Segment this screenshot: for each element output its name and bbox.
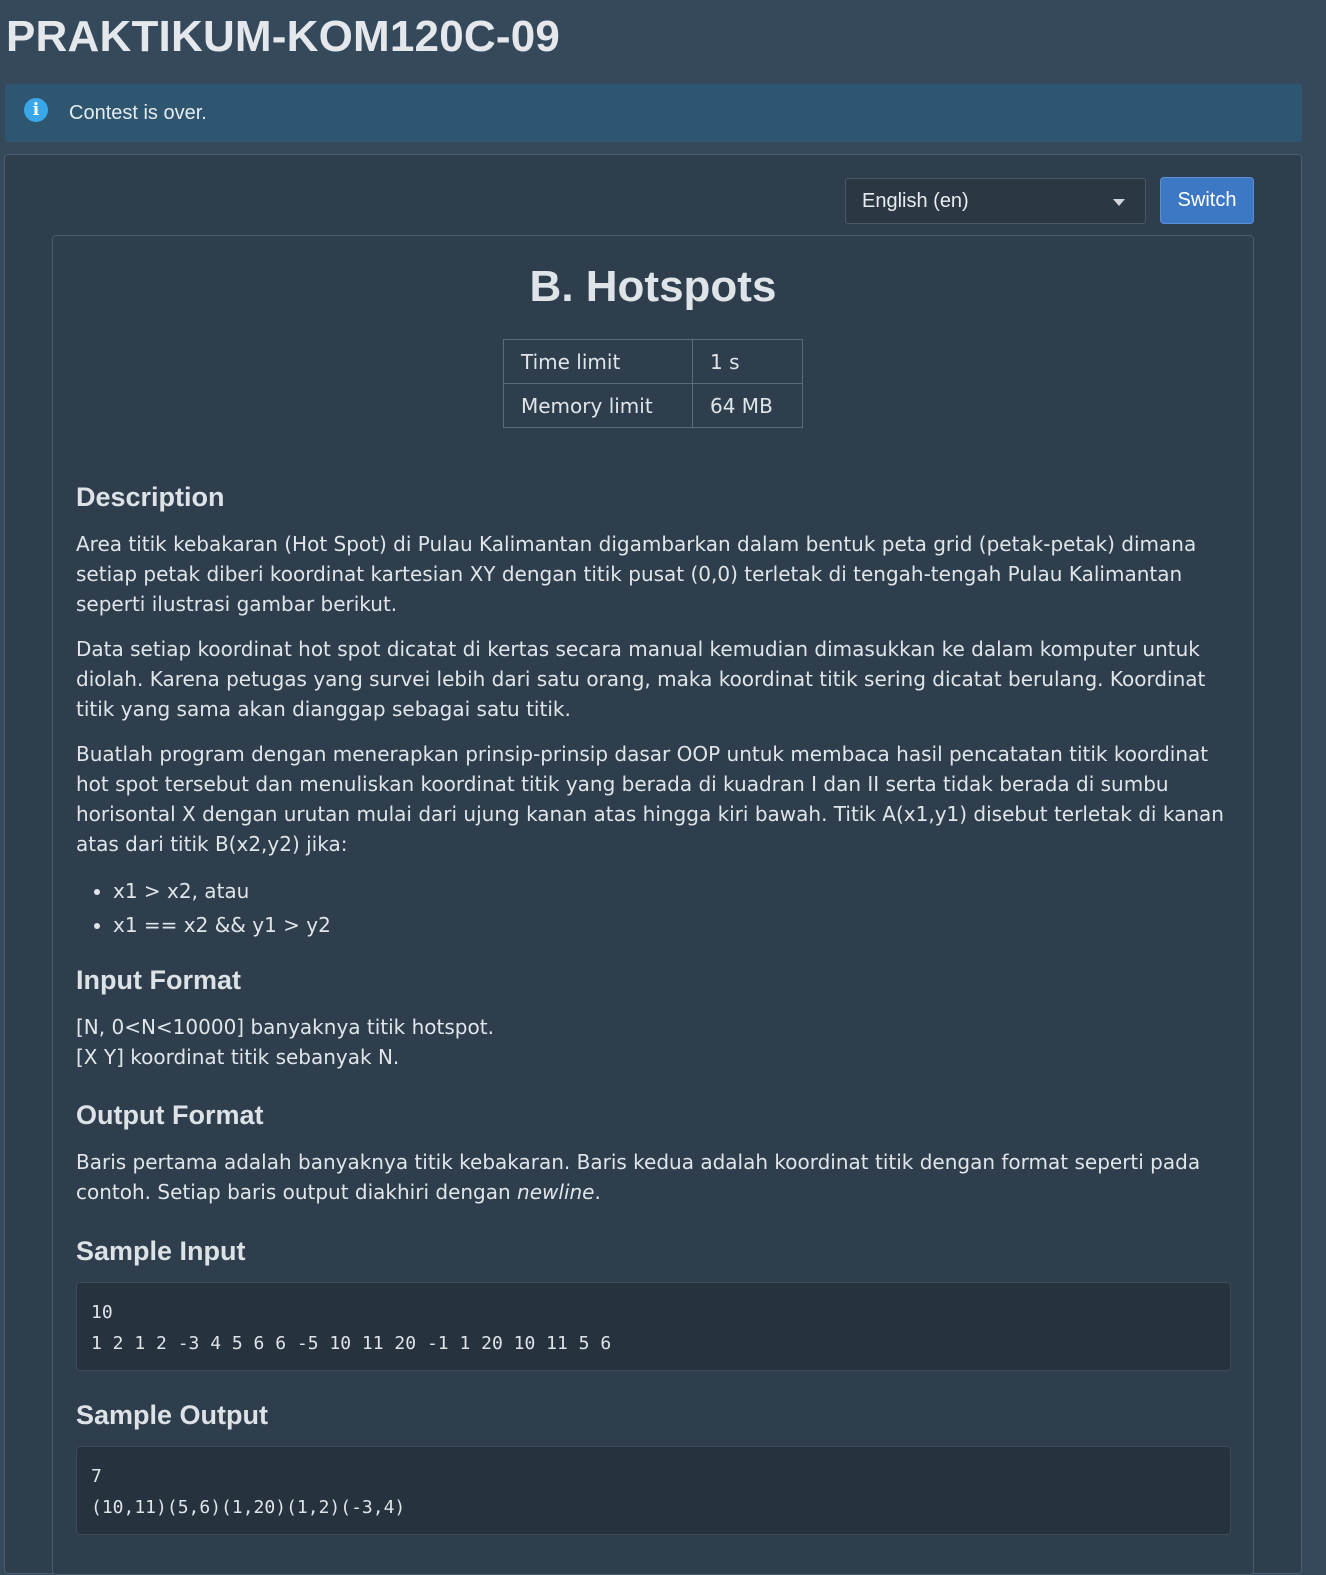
input-format-heading: Input Format: [76, 965, 241, 995]
problem-title: B. Hotspots: [529, 262, 777, 311]
conditions-list: x1 > x2, atau x1 == x2 && y1 > y2: [76, 874, 331, 942]
description-paragraph: Area titik kebakaran (Hot Spot) di Pulau…: [76, 532, 1197, 616]
input-format-text: [N, 0<N<10000] banyaknya titik hotspot. …: [76, 1012, 1236, 1072]
output-format-text: Baris pertama adalah banyaknya titik keb…: [76, 1147, 1236, 1207]
output-format-text-end: .: [594, 1180, 601, 1204]
output-format-text-part: Baris pertama adalah banyaknya titik keb…: [76, 1150, 1201, 1204]
list-item: x1 > x2, atau: [113, 874, 331, 908]
contest-title: PRAKTIKUM-KOM120C-09: [6, 12, 561, 61]
info-icon: i: [24, 98, 48, 122]
switch-language-button[interactable]: Switch: [1160, 177, 1254, 224]
table-row: Memory limit 64 MB: [503, 383, 803, 428]
language-selected-value: English (en): [862, 189, 969, 212]
list-item: x1 == x2 && y1 > y2: [113, 908, 331, 942]
alert-message: Contest is over.: [69, 101, 207, 124]
language-select[interactable]: English (en): [845, 178, 1146, 224]
description-paragraph: Buatlah program dengan menerapkan prinsi…: [76, 742, 1224, 856]
contest-over-alert: i Contest is over.: [5, 84, 1302, 142]
sample-input-code[interactable]: 10 1 2 1 2 -3 4 5 6 6 -5 10 11 20 -1 1 2…: [76, 1282, 1231, 1371]
input-format-line: [X Y] koordinat titik sebanyak N.: [76, 1045, 400, 1069]
limit-value: 1 s: [692, 339, 803, 384]
chevron-down-icon: [1113, 199, 1125, 206]
sample-input-heading: Sample Input: [76, 1236, 246, 1266]
sample-output-heading: Sample Output: [76, 1400, 269, 1430]
limit-label: Memory limit: [503, 383, 693, 428]
limits-table: Time limit 1 s Memory limit 64 MB: [503, 339, 803, 428]
output-format-heading: Output Format: [76, 1100, 264, 1130]
input-format-line: [N, 0<N<10000] banyaknya titik hotspot.: [76, 1015, 494, 1039]
limit-value: 64 MB: [692, 383, 803, 428]
newline-emphasis: newline: [517, 1180, 595, 1204]
sample-output-code[interactable]: 7 (10,11)(5,6)(1,20)(1,2)(-3,4): [76, 1446, 1231, 1535]
table-row: Time limit 1 s: [503, 339, 803, 384]
description-heading: Description: [76, 482, 225, 512]
description-paragraph: Data setiap koordinat hot spot dicatat d…: [76, 637, 1206, 721]
limit-label: Time limit: [503, 339, 693, 384]
